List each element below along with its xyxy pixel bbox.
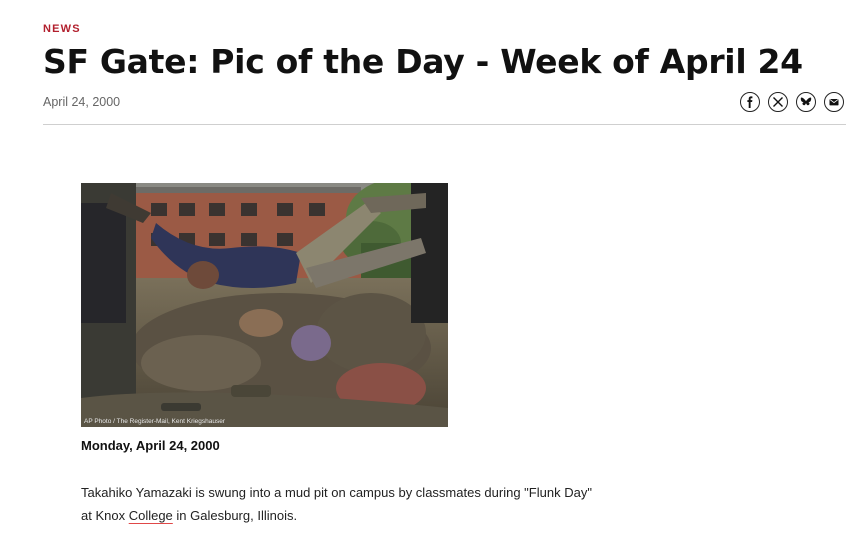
caption-text-end: in Galesburg, Illinois.: [172, 508, 298, 523]
photo-caption: Takahiko Yamazaki is swung into a mud pi…: [81, 481, 601, 527]
x-share-button[interactable]: [768, 92, 788, 112]
college-link[interactable]: College: [129, 508, 173, 523]
x-icon: [773, 97, 783, 107]
facebook-icon: [747, 96, 753, 108]
email-share-button[interactable]: [824, 92, 844, 112]
publish-date: April 24, 2000: [43, 95, 121, 109]
bluesky-share-button[interactable]: [796, 92, 816, 112]
article-photo[interactable]: AP Photo / The Register-Mail, Kent Krieg…: [81, 183, 448, 427]
email-icon: [829, 99, 839, 106]
caption-date: Monday, April 24, 2000: [81, 438, 220, 453]
facebook-share-button[interactable]: [740, 92, 760, 112]
bluesky-icon: [800, 97, 812, 106]
article-title: SF Gate: Pic of the Day - Week of April …: [43, 42, 803, 81]
photo-credit: AP Photo / The Register-Mail, Kent Krieg…: [84, 418, 226, 425]
category-link[interactable]: NEWS: [43, 23, 81, 35]
header-divider: [43, 124, 846, 125]
mud-fight-scene: [81, 183, 448, 427]
share-bar: [740, 92, 844, 112]
